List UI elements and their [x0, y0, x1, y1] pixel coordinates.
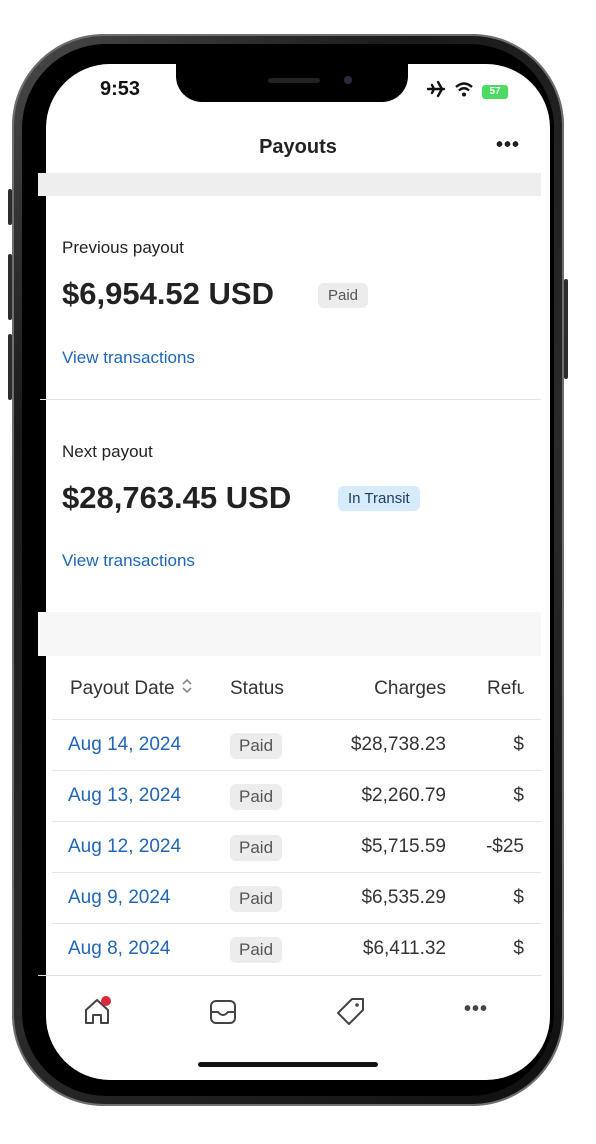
row-refunds: $ — [513, 887, 524, 908]
row-divider — [52, 872, 541, 873]
row-divider — [52, 923, 541, 924]
tab-more[interactable]: ••• — [464, 998, 488, 1021]
home-indicator — [198, 1062, 378, 1067]
row-refunds: $ — [513, 734, 524, 755]
sort-icon — [181, 678, 193, 700]
next-payout-label: Next payout — [62, 442, 153, 461]
tab-inbox[interactable] — [206, 994, 240, 1033]
table-header-divider — [52, 719, 541, 720]
column-header-payout-date-label: Payout Date — [70, 678, 175, 699]
row-date-link[interactable]: Aug 9, 2024 — [68, 887, 170, 909]
row-divider — [52, 821, 541, 822]
row-charges: $6,411.32 — [362, 938, 446, 959]
table-top-spacer — [38, 612, 541, 656]
volume-down-button — [8, 334, 12, 400]
row-divider — [52, 770, 541, 771]
volume-up-button — [8, 254, 12, 320]
wifi-icon — [454, 81, 474, 102]
section-divider — [40, 399, 541, 400]
previous-payout-status-badge: Paid — [318, 283, 369, 308]
row-date-link[interactable]: Aug 14, 2024 — [68, 734, 181, 756]
column-header-refunds[interactable]: Refu — [487, 678, 524, 700]
column-header-status[interactable]: Status — [230, 678, 284, 700]
row-charges: $2,260.79 — [361, 785, 446, 806]
tab-home[interactable] — [80, 994, 114, 1033]
battery-icon: 57 — [482, 84, 508, 99]
row-status-badge: Paid — [230, 835, 283, 861]
phone-screen — [46, 64, 550, 1080]
previous-payout-amount: $6,954.52 USD — [62, 276, 274, 311]
row-charges: $5,715.59 — [361, 836, 446, 857]
row-status-badge: Paid — [230, 733, 283, 759]
next-payout-view-transactions-link[interactable]: View transactions — [62, 551, 195, 571]
row-status-badge: Paid — [230, 937, 283, 963]
home-icon — [80, 996, 114, 1032]
row-refunds: $ — [513, 938, 524, 959]
next-payout-status-badge: In Transit — [338, 486, 420, 511]
tag-icon — [334, 998, 368, 1032]
row-status-badge: Paid — [230, 886, 283, 912]
column-header-charges[interactable]: Charges — [374, 678, 446, 700]
more-options-button[interactable]: ••• — [496, 134, 520, 157]
speaker-grille — [268, 78, 320, 83]
status-icons: 57 — [426, 80, 508, 103]
mute-switch — [8, 189, 12, 225]
inbox-icon — [206, 1000, 240, 1032]
airplane-icon — [426, 80, 446, 103]
row-refunds: $ — [513, 785, 524, 806]
front-camera — [344, 76, 352, 84]
power-button — [564, 279, 568, 379]
header-separator-band — [38, 173, 541, 196]
tab-products[interactable] — [334, 994, 368, 1033]
row-date-link[interactable]: Aug 13, 2024 — [68, 785, 181, 807]
row-refunds: -$25 — [485, 836, 524, 857]
next-payout-amount: $28,763.45 USD — [62, 480, 292, 515]
tab-bar-divider — [38, 975, 541, 976]
column-header-payout-date[interactable]: Payout Date — [70, 678, 193, 700]
previous-payout-view-transactions-link[interactable]: View transactions — [62, 348, 195, 368]
notch — [176, 64, 408, 102]
row-date-link[interactable]: Aug 12, 2024 — [68, 836, 181, 858]
row-charges: $6,535.29 — [361, 887, 446, 908]
status-time: 9:53 — [100, 78, 141, 100]
row-date-link[interactable]: Aug 8, 2024 — [68, 938, 170, 960]
previous-payout-label: Previous payout — [62, 238, 184, 257]
more-icon: ••• — [464, 998, 489, 1020]
row-status-badge: Paid — [230, 784, 283, 810]
row-charges: $28,738.23 — [350, 734, 446, 755]
